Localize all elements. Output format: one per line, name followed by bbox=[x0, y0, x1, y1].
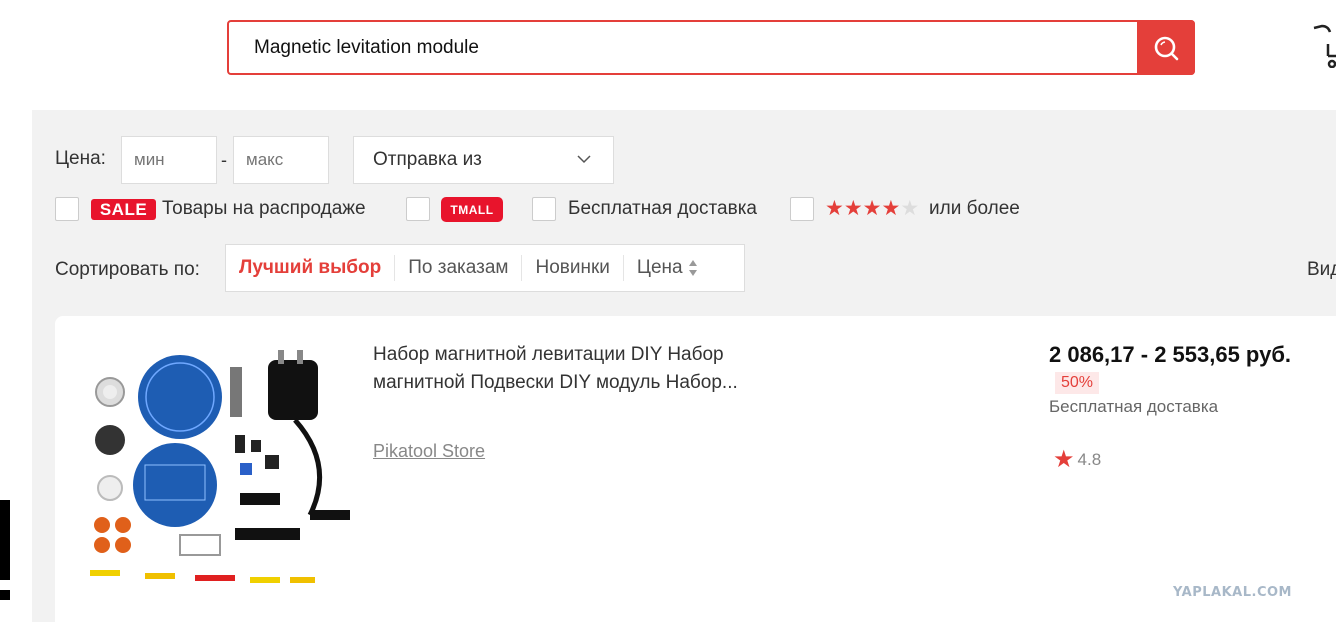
sale-badge: SALE bbox=[91, 199, 156, 220]
discount-badge: 50% bbox=[1055, 372, 1100, 394]
sort-arrows-icon bbox=[688, 259, 697, 276]
rating-filter-label: или более bbox=[929, 198, 1020, 219]
sort-price[interactable]: Цена bbox=[622, 255, 711, 281]
store-link[interactable]: Pikatool Store bbox=[373, 441, 485, 462]
view-label[interactable]: Вид bbox=[1307, 259, 1336, 281]
tmall-badge: TMALL bbox=[441, 197, 503, 222]
price-filter-label: Цена: bbox=[55, 148, 106, 169]
sort-price-label: Цена bbox=[636, 257, 683, 278]
product-title[interactable]: Набор магнитной левитации DIY Набор магн… bbox=[373, 341, 793, 397]
delivery-info: Бесплатная доставка bbox=[1049, 397, 1219, 416]
search-bar bbox=[227, 20, 1195, 75]
sort-newest[interactable]: Новинки bbox=[521, 255, 622, 281]
search-input[interactable] bbox=[229, 22, 1137, 73]
search-button[interactable] bbox=[1137, 20, 1195, 75]
rating-stars: ★★★★★ bbox=[825, 197, 920, 220]
rating-checkbox[interactable] bbox=[790, 197, 814, 221]
chevron-down-icon bbox=[577, 155, 591, 164]
rating-value: 4.8 bbox=[1077, 449, 1102, 469]
left-edge bbox=[0, 110, 32, 622]
free-shipping-label: Бесплатная доставка bbox=[568, 198, 757, 219]
cart-icon[interactable] bbox=[1310, 22, 1336, 68]
product-rating: ★ 4.8 bbox=[1053, 445, 1101, 474]
watermark: YAPLAKAL.COM bbox=[1173, 585, 1292, 600]
edge-mark bbox=[0, 500, 10, 580]
product-image[interactable] bbox=[85, 345, 355, 600]
sale-filter-label: Товары на распродаже bbox=[162, 198, 366, 219]
sort-label: Сортировать по: bbox=[55, 259, 200, 280]
price-dash: - bbox=[221, 150, 227, 170]
tmall-checkbox[interactable] bbox=[406, 197, 430, 221]
sort-orders[interactable]: По заказам bbox=[394, 255, 521, 281]
sort-options: Лучший выбор По заказам Новинки Цена bbox=[225, 244, 745, 292]
ship-from-select[interactable]: Отправка из bbox=[353, 136, 614, 184]
price-max-input[interactable] bbox=[233, 136, 329, 184]
ship-from-label: Отправка из bbox=[373, 149, 482, 170]
free-shipping-checkbox[interactable] bbox=[532, 197, 556, 221]
sale-checkbox[interactable] bbox=[55, 197, 79, 221]
product-price: 2 086,17 - 2 553,65 руб. bbox=[1049, 342, 1292, 367]
search-icon bbox=[1154, 36, 1179, 60]
sort-best-match[interactable]: Лучший выбор bbox=[226, 255, 394, 281]
star-icon: ★ bbox=[1053, 446, 1075, 473]
price-min-input[interactable] bbox=[121, 136, 217, 184]
header bbox=[0, 0, 1336, 110]
edge-mark bbox=[0, 590, 10, 600]
